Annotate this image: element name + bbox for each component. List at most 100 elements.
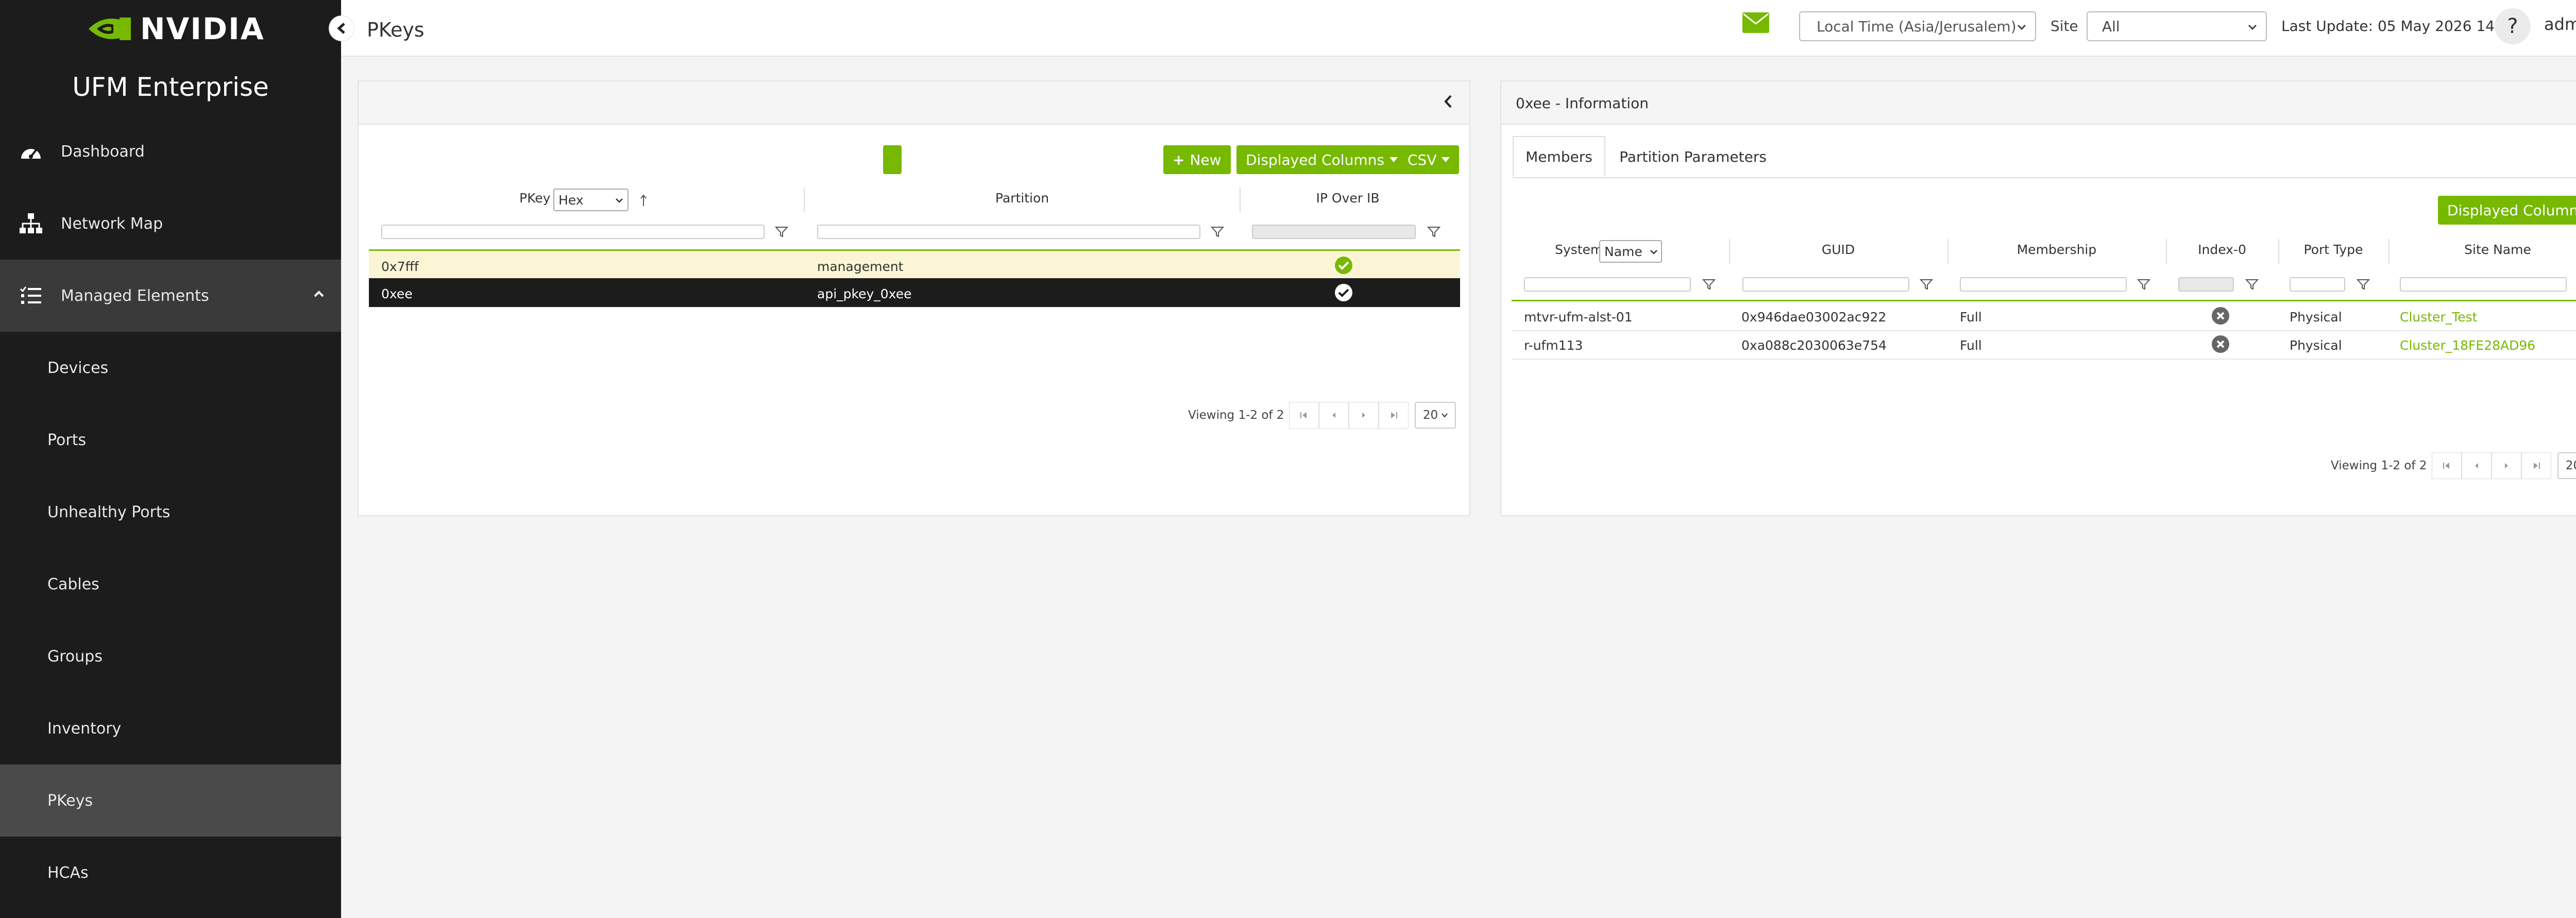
sidebar-item-groups[interactable]: Groups (0, 620, 341, 692)
displayed-columns-label: Displayed Columns (2447, 201, 2576, 219)
mail-icon[interactable] (1742, 12, 1769, 35)
tab-label: Members (1526, 148, 1592, 165)
user-menu[interactable]: admin (2544, 14, 2576, 34)
chevron-down-icon (2017, 24, 2026, 30)
filter-icon[interactable] (1702, 278, 1716, 291)
tab-members[interactable]: Members (1513, 136, 1605, 177)
page-size-select[interactable]: 20 (1415, 402, 1456, 429)
guid-column-header[interactable]: GUID (1730, 242, 1946, 257)
filter-icon[interactable] (1427, 226, 1440, 238)
filter-icon[interactable] (775, 226, 788, 238)
sidebar-item-unhealthy-ports[interactable]: Unhealthy Ports (0, 476, 341, 548)
system-format-select[interactable]: Name (1599, 240, 1662, 263)
first-page-icon (1300, 412, 1307, 418)
tab-partition-parameters[interactable]: Partition Parameters (1605, 136, 1781, 177)
column-divider[interactable] (804, 188, 805, 212)
table-row[interactable]: mtvr-ufm-alst-01 0x946dae03002ac922 Full… (1512, 300, 2576, 331)
port-type-column-header[interactable]: Port Type (2279, 242, 2387, 257)
site-name-link[interactable]: Cluster_Test (2400, 310, 2477, 325)
sidebar-item-managed-elements[interactable]: Managed Elements (0, 260, 341, 332)
last-page-button[interactable] (2521, 452, 2552, 479)
user-name: admin (2544, 14, 2576, 34)
first-page-icon (2443, 463, 2450, 469)
filter-icon[interactable] (2245, 278, 2259, 291)
table-row[interactable]: r-ufm113 0xa088c2030063e754 Full Physica… (1512, 330, 2576, 360)
displayed-columns-label: Displayed Columns (1246, 151, 1384, 168)
site-select[interactable]: All (2087, 11, 2267, 41)
membership-filter-input[interactable] (1960, 277, 2127, 292)
system-cell: r-ufm113 (1524, 338, 1583, 353)
sidebar-item-cables[interactable]: Cables (0, 548, 341, 620)
sidebar-item-dashboard[interactable]: Dashboard (0, 115, 341, 188)
site-name-link[interactable]: Cluster_18FE28AD96 (2400, 338, 2535, 353)
sidebar-item-hcas[interactable]: HCAs (0, 837, 341, 909)
members-pager: Viewing 1-2 of 2 20 (2331, 452, 2576, 479)
port-type-filter-input[interactable] (2290, 277, 2345, 292)
timezone-select[interactable]: Local Time (Asia/Jerusalem) (1799, 11, 2036, 41)
top-bar: PKeys Local Time (Asia/Jerusalem) Site A… (341, 0, 2576, 57)
next-page-icon (1362, 413, 1366, 418)
next-page-button[interactable] (1349, 402, 1379, 429)
filter-icon[interactable] (2357, 278, 2370, 291)
help-button[interactable]: ? (2495, 8, 2531, 44)
last-update-text: Last Update: 05 May 2026 14:42 (2281, 18, 2518, 35)
table-row[interactable]: 0x7fff management (369, 249, 1460, 280)
first-page-button[interactable] (1289, 402, 1319, 429)
new-pkey-button[interactable]: + New (1163, 145, 1231, 174)
x-circle-icon (2212, 307, 2229, 325)
sidebar-item-pkeys[interactable]: PKeys (0, 764, 341, 837)
chevron-down-icon (1650, 250, 1657, 254)
next-page-button[interactable] (2492, 452, 2522, 479)
partition-filter-input[interactable] (817, 225, 1200, 239)
pkeys-pager: Viewing 1-2 of 2 20 (1188, 402, 1456, 429)
product-name: UFM Enterprise (72, 72, 269, 102)
filter-icon[interactable] (1920, 278, 1933, 291)
check-circle-icon (1335, 257, 1352, 274)
membership-column-header[interactable]: Membership (1948, 242, 2165, 257)
displayed-columns-button[interactable]: Displayed Columns (1236, 145, 1407, 174)
dashboard-icon (16, 137, 45, 166)
sidebar-item-devices[interactable]: Devices (0, 332, 341, 404)
sidebar-item-inventory[interactable]: Inventory (0, 692, 341, 764)
pkey-cell: 0x7fff (381, 259, 419, 274)
prev-page-button[interactable] (2462, 452, 2492, 479)
filter-icon[interactable] (2137, 278, 2150, 291)
chevron-left-icon[interactable] (1443, 94, 1454, 109)
chevron-down-icon (616, 198, 623, 203)
partition-column-header[interactable]: Partition (807, 191, 1238, 206)
sort-ascending-icon[interactable] (640, 194, 647, 207)
system-filter-input[interactable] (1524, 277, 1691, 292)
sidebar-item-label: Managed Elements (61, 286, 209, 305)
index0-column-header[interactable]: Index-0 (2167, 242, 2277, 257)
last-page-icon (2534, 463, 2540, 469)
last-page-button[interactable] (1379, 402, 1409, 429)
info-panel: 0xee - Information Members Partition Par… (1500, 80, 2576, 516)
chevron-down-icon (1442, 413, 1448, 418)
pkeys-panel-header (359, 81, 1469, 125)
table-row-selected[interactable]: 0xee api_pkey_0xee (369, 278, 1460, 307)
caret-down-icon (1389, 157, 1398, 162)
sidebar-item-ports[interactable]: Ports (0, 404, 341, 476)
first-page-button[interactable] (2432, 452, 2462, 479)
csv-button[interactable]: CSV (1398, 145, 1460, 174)
system-column-header[interactable]: System (1555, 242, 1603, 257)
site-name-filter-input[interactable] (2400, 277, 2567, 292)
ipoib-column-header[interactable]: IP Over IB (1241, 191, 1455, 206)
system-format-value: Name (1604, 244, 1642, 259)
ipoib-filter-input[interactable] (1252, 225, 1416, 239)
pkey-column-header[interactable]: PKey (519, 191, 550, 206)
displayed-columns-button[interactable]: Displayed Columns (2438, 196, 2576, 225)
sidebar-item-label: PKeys (47, 791, 93, 810)
pkey-filter-input[interactable] (381, 225, 765, 239)
site-name-column-header[interactable]: Site Name (2389, 242, 2576, 257)
pkey-format-value: Hex (558, 192, 584, 208)
new-button-label: New (1190, 151, 1222, 168)
pkey-format-select[interactable]: Hex (553, 189, 629, 211)
prev-page-button[interactable] (1319, 402, 1349, 429)
page-size-select[interactable]: 20 (2557, 452, 2576, 479)
sidebar-item-network-map[interactable]: Network Map (0, 188, 341, 260)
guid-filter-input[interactable] (1742, 277, 1909, 292)
filter-icon[interactable] (1211, 226, 1224, 238)
index0-filter-input[interactable] (2178, 277, 2234, 292)
sidebar-collapse-button[interactable] (329, 15, 354, 41)
